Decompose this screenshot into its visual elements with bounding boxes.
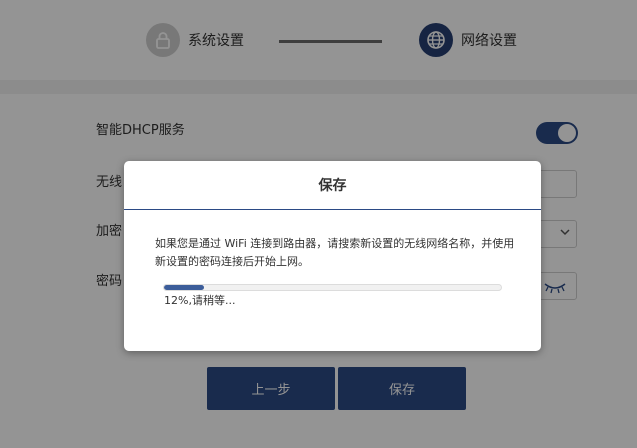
progress-fill [164, 285, 205, 290]
progress-bar [163, 284, 502, 291]
dialog-message: 如果您是通过 WiFi 连接到路由器，请搜索新设置的无线网络名称，并使用新设置的… [155, 237, 515, 268]
progress-text: 12%,请稍等... [164, 294, 236, 307]
dialog-title: 保存 [318, 178, 347, 194]
save-dialog: 保存 如果您是通过 WiFi 连接到路由器，请搜索新设置的无线网络名称，并使用新… [124, 161, 541, 351]
dialog-header: 保存 [124, 161, 541, 210]
